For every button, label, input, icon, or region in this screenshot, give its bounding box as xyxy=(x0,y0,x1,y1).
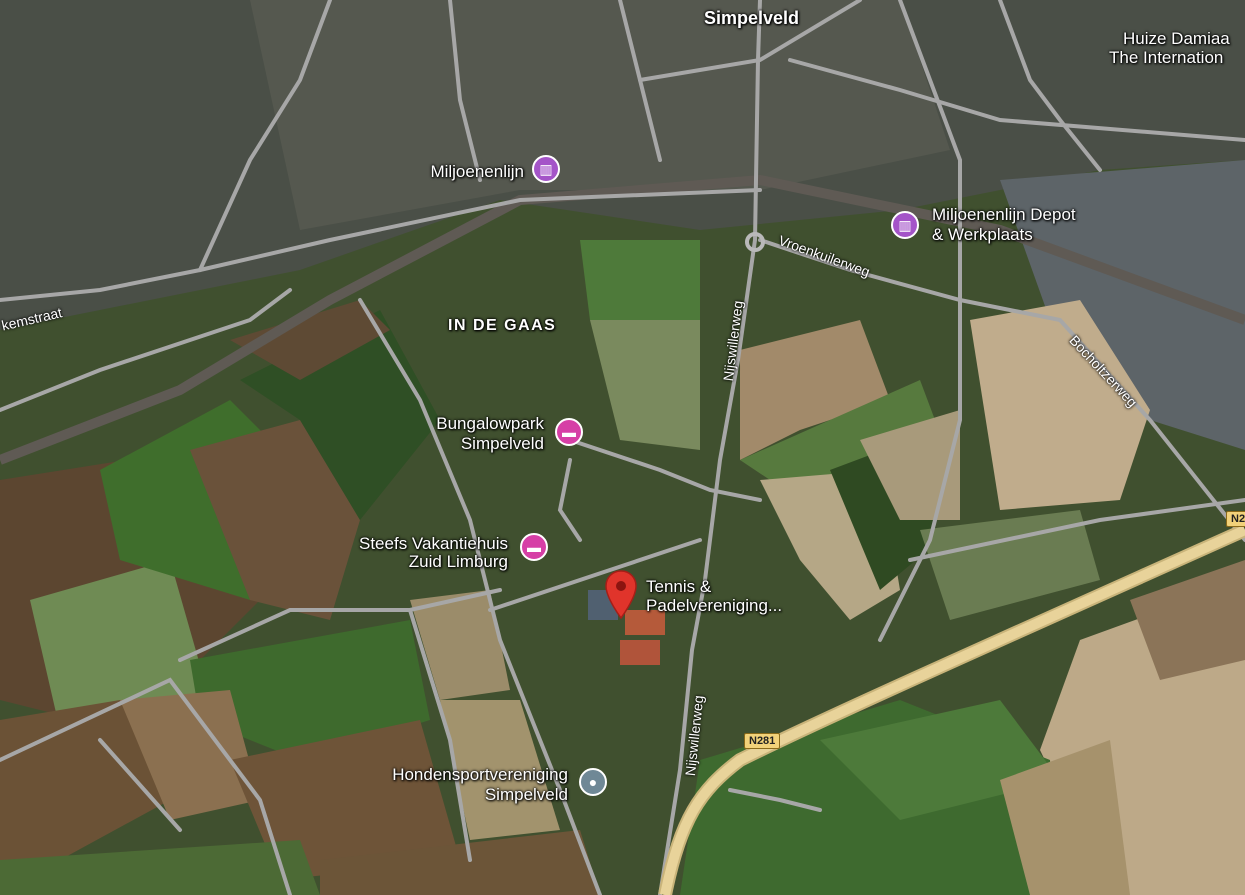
satellite-map[interactable]: Simpelveld IN DE GAAS Huize Damiaa The I… xyxy=(0,0,1245,895)
n281-route-shield-edge: N2 xyxy=(1226,511,1245,527)
steefs-label-line1[interactable]: Steefs Vakantiehuis xyxy=(300,534,508,553)
huize-label-line1[interactable]: Huize Damiaa xyxy=(1123,29,1230,48)
tennis-label-line2[interactable]: Padelvereniging... xyxy=(646,596,782,615)
steefs-label-line2[interactable]: Zuid Limburg xyxy=(300,552,508,571)
neighborhood-label: IN DE GAAS xyxy=(448,317,557,334)
hondensport-label-line1[interactable]: Hondensportvereniging xyxy=(330,765,568,784)
bungalowpark-label-line2[interactable]: Simpelveld xyxy=(380,434,544,453)
hondensport-label-line2[interactable]: Simpelveld xyxy=(330,785,568,804)
miljoenenlijn-label[interactable]: Miljoenenlijn xyxy=(400,162,524,181)
n281-route-shield: N281 xyxy=(744,733,781,749)
hotel-bed-icon[interactable]: ▬ xyxy=(555,418,583,446)
hotel-bed-icon[interactable]: ▬ xyxy=(520,533,548,561)
depot-label-line2[interactable]: & Werkplaats xyxy=(932,225,1033,244)
satellite-imagery xyxy=(0,0,1245,895)
depot-label-line1[interactable]: Miljoenenlijn Depot xyxy=(932,205,1076,224)
tennis-label-line1[interactable]: Tennis & xyxy=(646,577,711,596)
huize-label-line2[interactable]: The Internation xyxy=(1109,48,1223,67)
sports-club-icon[interactable]: ● xyxy=(579,768,607,796)
bungalowpark-label-line1[interactable]: Bungalowpark xyxy=(380,414,544,433)
town-label[interactable]: Simpelveld xyxy=(704,9,799,28)
red-location-pin-icon[interactable] xyxy=(604,570,638,620)
museum-icon[interactable]: ▥ xyxy=(891,211,919,239)
museum-icon[interactable]: ▥ xyxy=(532,155,560,183)
